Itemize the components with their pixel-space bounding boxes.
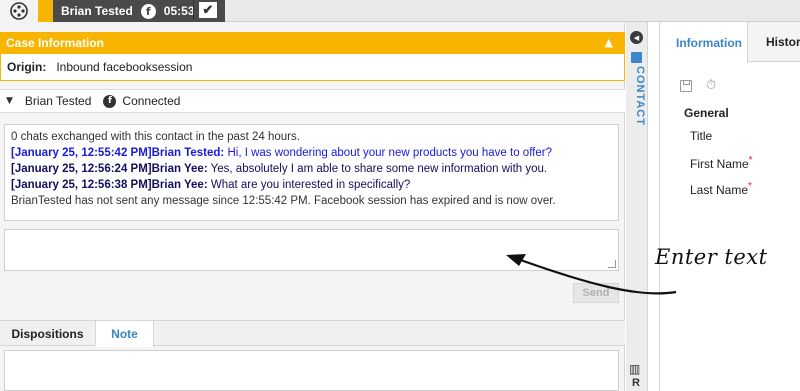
callout-label: Enter text: [655, 245, 768, 269]
callout-arrow: [506, 254, 677, 295]
